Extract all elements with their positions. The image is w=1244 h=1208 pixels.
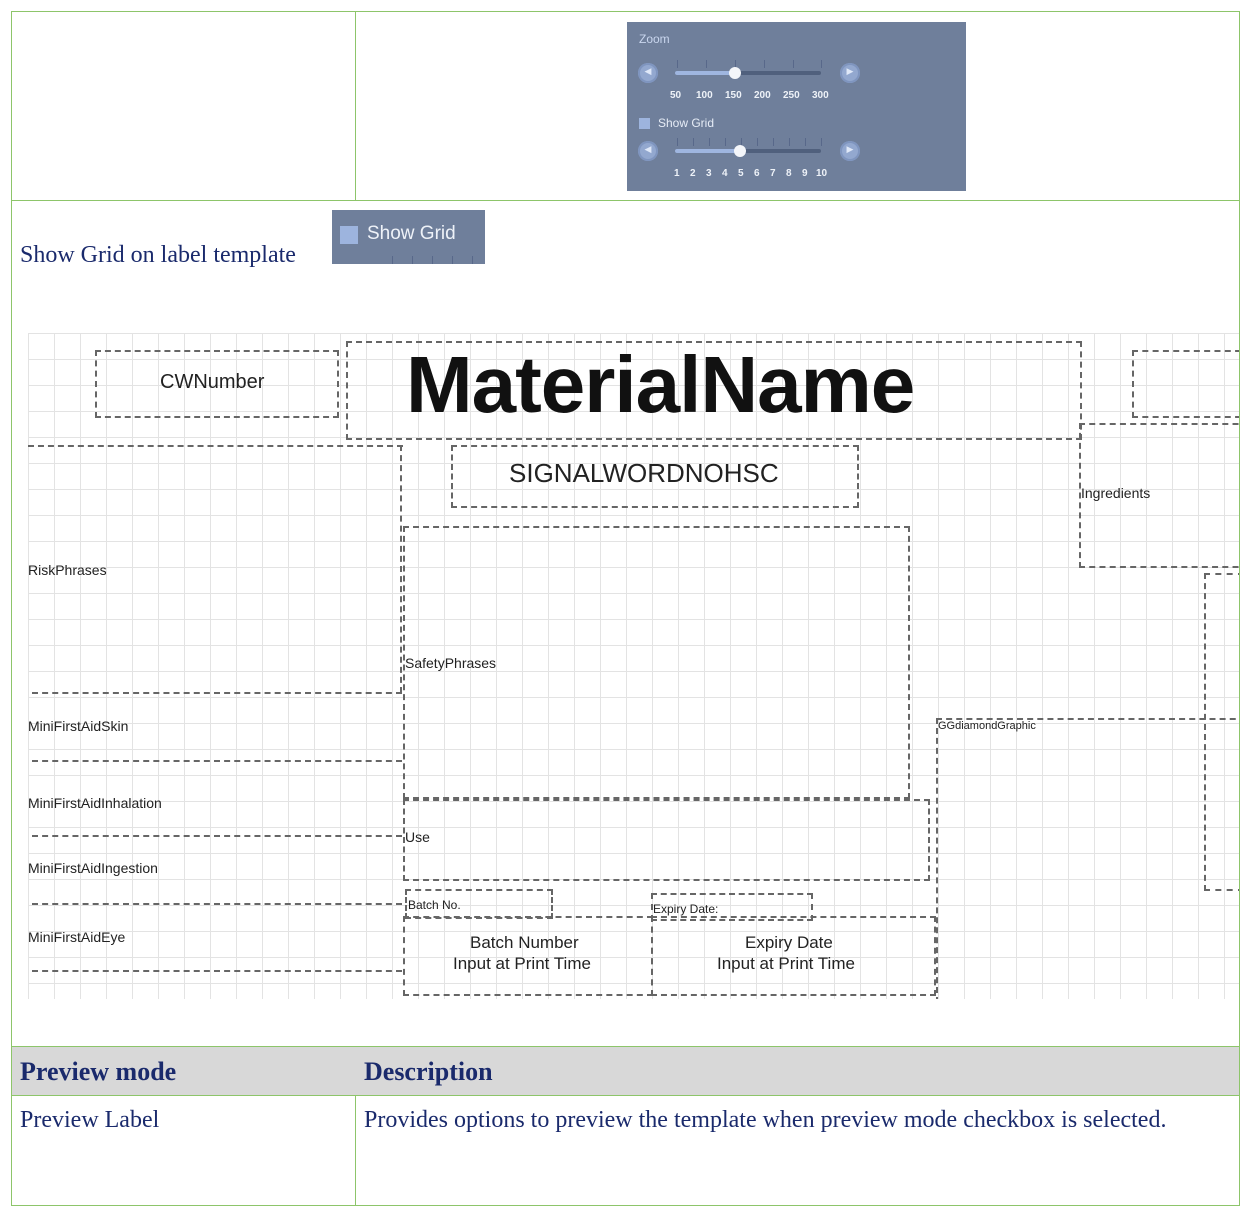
grid-tick-label: 4: [722, 168, 728, 179]
grid-slider-handle[interactable]: [734, 145, 746, 157]
show-grid-badge-checkbox: [340, 226, 358, 244]
header-description: Description: [364, 1057, 493, 1086]
header-preview-mode: Preview mode: [20, 1057, 177, 1086]
mini-first-aid-inhalation-text: MiniFirstAidInhalation: [28, 795, 162, 811]
grid-tick: [773, 138, 774, 146]
badge-tick: [452, 256, 453, 264]
badge-tick: [392, 256, 393, 264]
grid-tick-label: 10: [816, 168, 828, 179]
grid-tick-label: 5: [738, 168, 744, 179]
use-text: Use: [405, 829, 430, 845]
grid-tick-label: 7: [770, 168, 776, 179]
mini-first-aid-ingestion-line: [32, 903, 402, 905]
zoom-tick-label: 300: [812, 90, 829, 101]
right-arrow-icon: ▶: [846, 144, 854, 154]
table-header-row: [12, 1047, 1239, 1095]
show-grid-caption: Show Grid on label template: [20, 242, 296, 268]
badge-tick: [472, 256, 473, 264]
diamond-graphic-text: GGdiamondGraphic: [938, 720, 1036, 732]
badge-tick: [432, 256, 433, 264]
grid-tick: [821, 138, 822, 146]
row1-divider-vertical: [355, 11, 356, 201]
zoom-slider-fill: [675, 71, 736, 75]
zoom-slider-handle[interactable]: [729, 67, 741, 79]
batch-number-line1: Batch Number: [470, 933, 579, 952]
zoom-tick: [706, 60, 707, 68]
grid-tick: [677, 138, 678, 146]
grid-tick-label: 1: [674, 168, 680, 179]
risk-phrases-bottom-line: [32, 692, 402, 694]
grid-increase-button[interactable]: ▶: [840, 141, 860, 161]
grid-tick-label: 6: [754, 168, 760, 179]
mini-first-aid-inhalation-line: [32, 835, 402, 837]
cw-number-text: CWNumber: [160, 371, 265, 393]
zoom-panel: Zoom ◀ ▶ 50 100 150 200 250 300 Show Gri…: [627, 22, 966, 191]
zoom-increase-button[interactable]: ▶: [840, 63, 860, 83]
ingredients-text: Ingredients: [1081, 485, 1151, 501]
zoom-tick-label: 100: [696, 90, 713, 101]
batch-number-line2: Input at Print Time: [453, 954, 591, 973]
show-grid-badge: Show Grid: [332, 210, 485, 264]
expiry-date-line2: Input at Print Time: [717, 954, 855, 973]
diamond-graphic-field[interactable]: [936, 718, 1239, 999]
use-field[interactable]: [403, 799, 930, 881]
grid-slider-fill: [675, 149, 741, 153]
right-arrow-icon: ▶: [846, 66, 854, 76]
table-cell-description: Provides options to preview the template…: [364, 1107, 1167, 1133]
risk-phrases-right-edge: [400, 445, 402, 693]
show-grid-checkbox[interactable]: [639, 118, 650, 129]
expiry-date-label-text: Expiry Date:: [653, 902, 719, 916]
zoom-tick-label: 250: [783, 90, 800, 101]
mini-first-aid-eye-text: MiniFirstAidEye: [28, 929, 126, 945]
safety-phrases-text: SafetyPhrases: [405, 655, 497, 671]
right-side-field[interactable]: [1204, 573, 1239, 891]
grid-decrease-button[interactable]: ◀: [638, 141, 658, 161]
left-arrow-icon: ◀: [644, 66, 652, 76]
material-name-text: MaterialName: [406, 340, 915, 429]
table-header-divider: [11, 1095, 1240, 1096]
grid-tick: [757, 138, 758, 146]
mini-first-aid-eye-line: [32, 970, 402, 972]
risk-phrases-top-line: [28, 445, 403, 447]
label-template-canvas: CWNumber MaterialName SIGNALWORDNOHSC In…: [28, 333, 1239, 999]
zoom-tick: [764, 60, 765, 68]
show-grid-badge-label: Show Grid: [367, 223, 456, 244]
grid-tick-label: 9: [802, 168, 808, 179]
badge-tick: [412, 256, 413, 264]
batch-no-label-text: Batch No.: [408, 898, 461, 912]
grid-tick-label: 2: [690, 168, 696, 179]
grid-tick: [789, 138, 790, 146]
grid-tick: [709, 138, 710, 146]
mini-first-aid-skin-line: [32, 760, 402, 762]
grid-tick: [693, 138, 694, 146]
risk-phrases-text: RiskPhrases: [28, 562, 107, 578]
zoom-tick: [793, 60, 794, 68]
grid-tick-label: 3: [706, 168, 712, 179]
right-top-field[interactable]: [1132, 350, 1239, 418]
zoom-tick-label: 50: [670, 90, 682, 101]
table-cell-preview-label: Preview Label: [20, 1107, 160, 1133]
row1-divider: [11, 200, 1240, 201]
zoom-tick-label: 200: [754, 90, 771, 101]
expiry-date-line1: Expiry Date: [745, 933, 833, 952]
zoom-tick-label: 150: [725, 90, 742, 101]
grid-tick-label: 8: [786, 168, 792, 179]
mini-first-aid-ingestion-text: MiniFirstAidIngestion: [28, 860, 158, 876]
show-grid-label: Show Grid: [658, 116, 715, 130]
zoom-tick: [677, 60, 678, 68]
zoom-title: Zoom: [639, 32, 670, 46]
mini-first-aid-skin-text: MiniFirstAidSkin: [28, 718, 129, 734]
grid-tick: [805, 138, 806, 146]
grid-tick: [725, 138, 726, 146]
left-arrow-icon: ◀: [644, 144, 652, 154]
signal-word-text: SIGNALWORDNOHSC: [509, 458, 779, 488]
zoom-decrease-button[interactable]: ◀: [638, 63, 658, 83]
zoom-tick: [821, 60, 822, 68]
